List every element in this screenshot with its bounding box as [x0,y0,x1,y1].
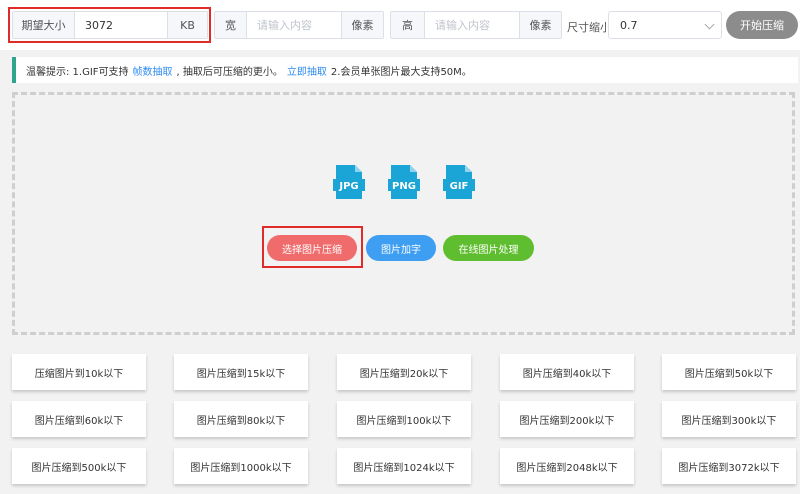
width-label: 宽 [215,12,247,38]
height-input[interactable] [425,12,519,38]
quick-size-button[interactable]: 图片压缩到500k以下 [12,448,146,484]
toolbar: 期望大小 KB 宽 像素 高 像素 尺寸缩小 0.7 开始压缩 [0,0,800,50]
extract-now-link[interactable]: 立即抽取 [287,63,327,78]
quick-size-button[interactable]: 图片压缩到20k以下 [337,354,471,390]
quick-size-button[interactable]: 图片压缩到80k以下 [174,401,308,437]
gif-file-label: GIF [450,181,469,192]
width-group: 宽 像素 [214,11,384,39]
height-label: 高 [391,12,425,38]
online-edit-button[interactable]: 在线图片处理 [443,235,534,261]
width-unit: 像素 [341,12,383,38]
scale-label: 尺寸缩小 [567,21,611,34]
frame-extract-link[interactable]: 帧数抽取 [133,63,173,78]
scale-select[interactable]: 0.7 [608,11,722,39]
chevron-down-icon [704,19,715,30]
gif-file-icon: GIF [443,165,475,199]
start-compress-button[interactable]: 开始压缩 [726,11,798,39]
quick-size-button[interactable]: 图片压缩到3072k以下 [662,448,796,484]
jpg-file-icon: JPG [333,165,365,199]
tip-bar: 温馨提示: 1.GIF可支持 帧数抽取 , 抽取后可压缩的更小。 立即抽取 2.… [12,57,798,83]
png-file-icon: PNG [388,165,420,199]
quick-size-button[interactable]: 图片压缩到1000k以下 [174,448,308,484]
png-file-label: PNG [392,181,416,192]
select-image-button[interactable]: 选择图片压缩 [267,235,357,261]
jpg-file-label: JPG [338,181,358,192]
scale-value: 0.7 [620,18,638,32]
quick-size-button[interactable]: 图片压缩到200k以下 [500,401,634,437]
height-unit: 像素 [519,12,561,38]
quick-size-button[interactable]: 图片压缩到100k以下 [337,401,471,437]
width-input[interactable] [247,12,341,38]
tip-prefix: 温馨提示: 1.GIF可支持 [26,66,129,78]
quick-size-button[interactable]: 压缩图片到10k以下 [12,354,146,390]
upload-drop-zone[interactable]: JPG PNG GIF 选择图片压缩 图片加字 在线图片处理 [12,92,795,335]
quick-size-button[interactable]: 图片压缩到40k以下 [500,354,634,390]
quick-size-button[interactable]: 图片压缩到50k以下 [662,354,796,390]
quick-size-button[interactable]: 图片压缩到1024k以下 [337,448,471,484]
quick-size-button[interactable]: 图片压缩到300k以下 [662,401,796,437]
quick-size-button[interactable]: 图片压缩到60k以下 [12,401,146,437]
quick-size-button[interactable]: 图片压缩到15k以下 [174,354,308,390]
tip-middle: , 抽取后可压缩的更小。 [176,66,283,78]
height-group: 高 像素 [390,11,562,39]
tip-suffix: 2.会员单张图片最大支持50M。 [330,66,472,78]
add-text-button[interactable]: 图片加字 [366,235,436,261]
quick-size-button[interactable]: 图片压缩到2048k以下 [500,448,634,484]
highlight-box-size [8,7,211,43]
